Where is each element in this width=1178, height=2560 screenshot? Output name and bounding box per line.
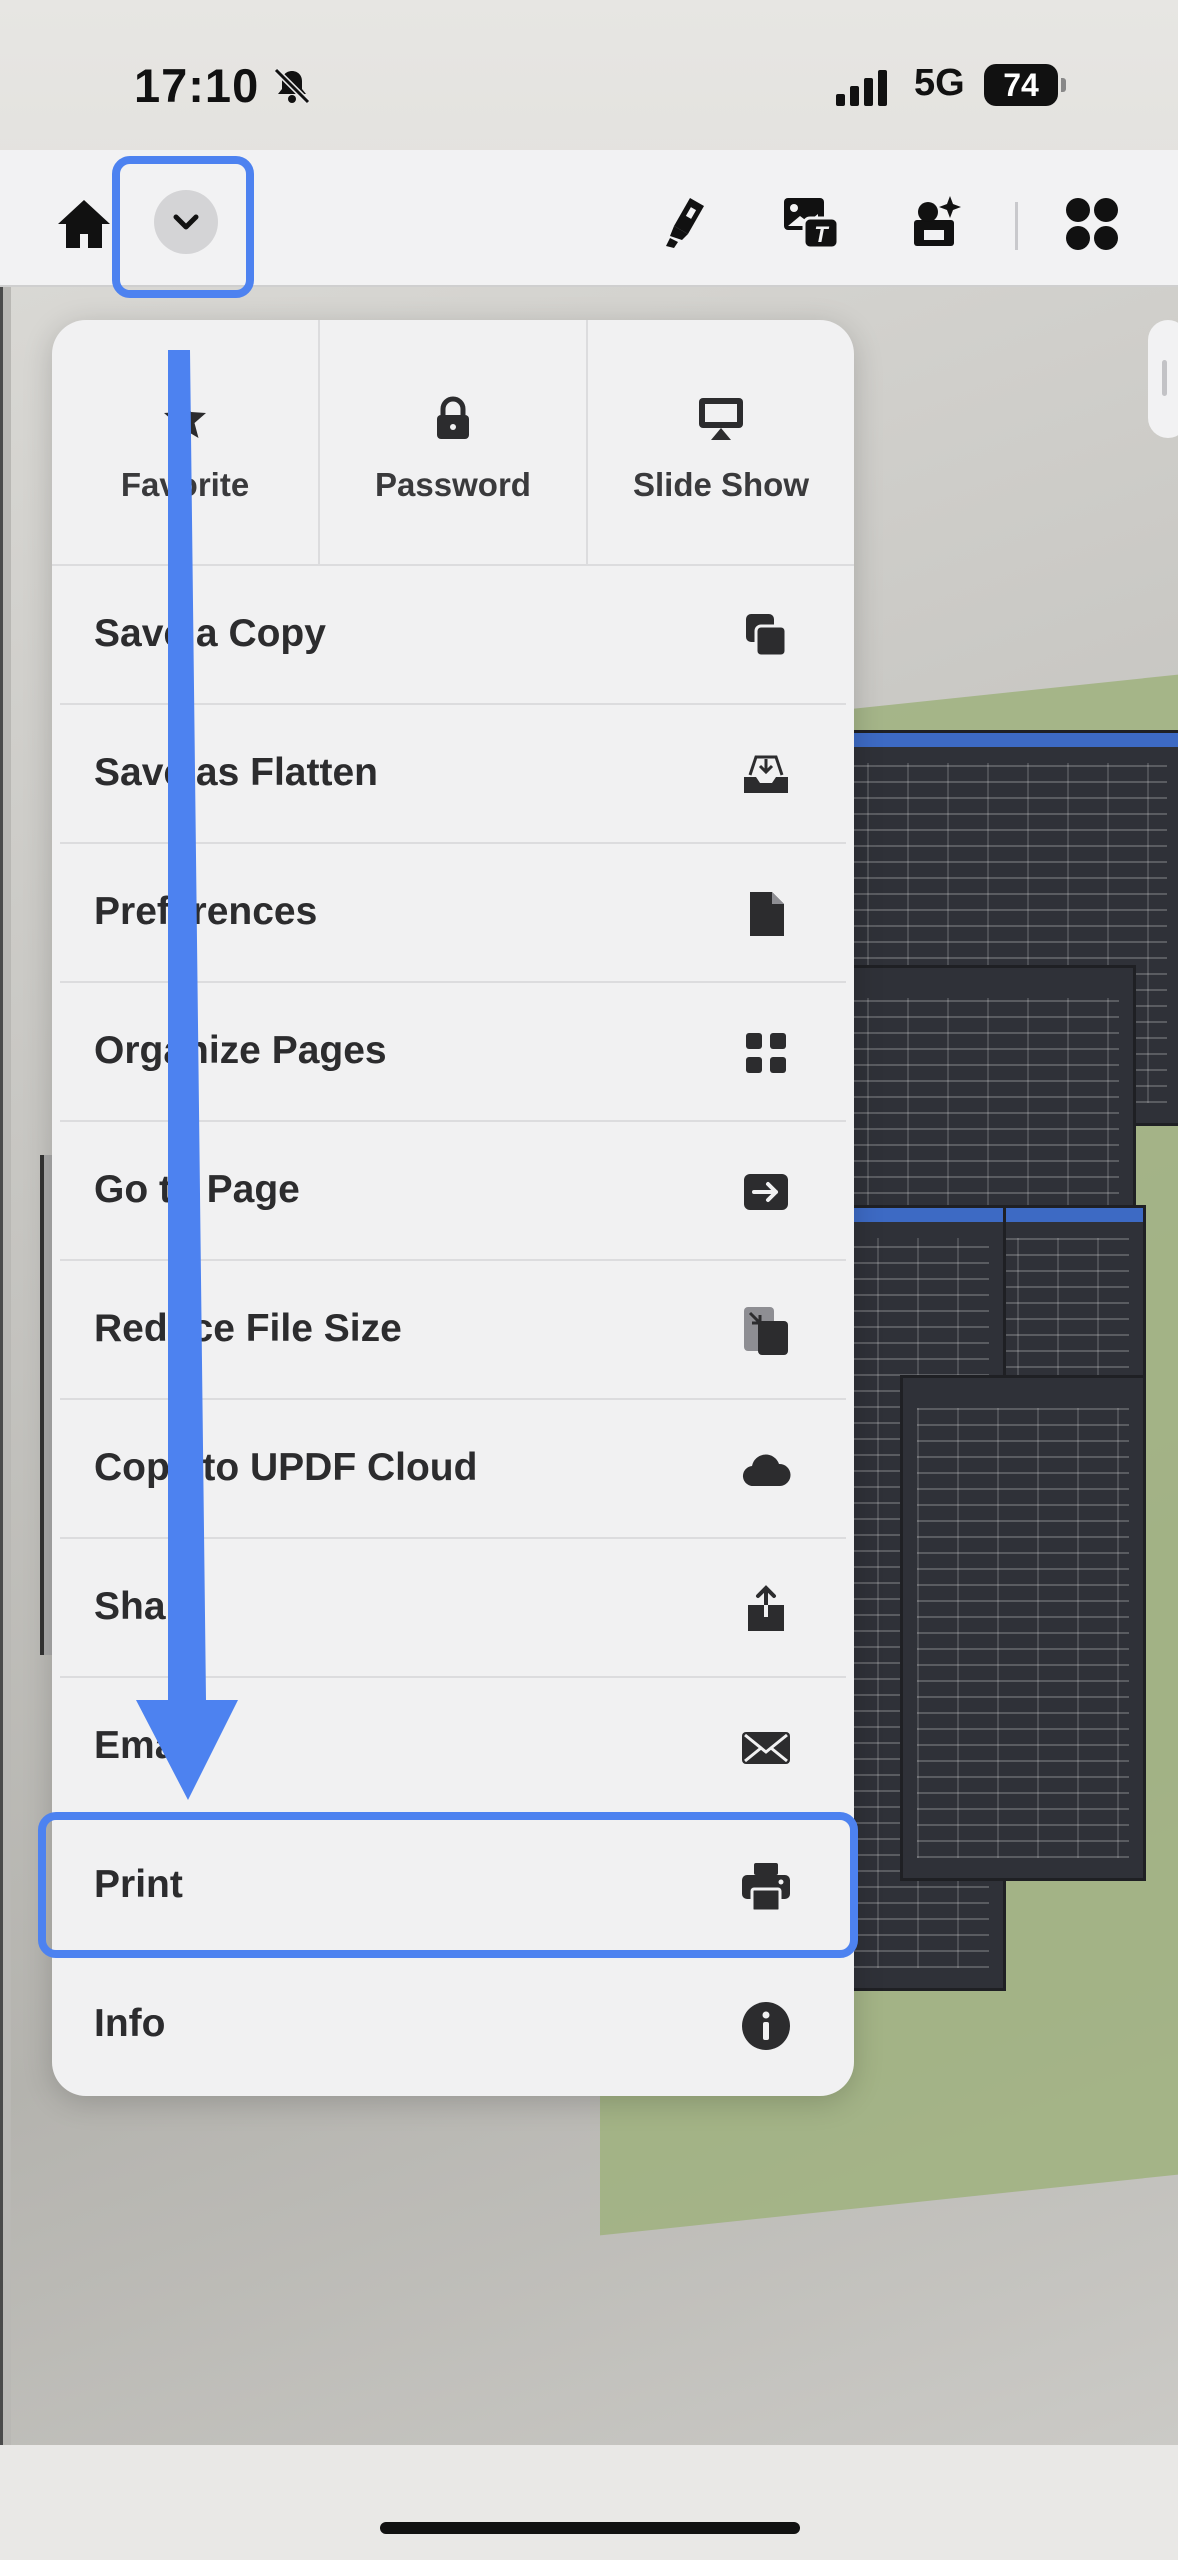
share-icon	[748, 1585, 784, 1631]
password-label: Password	[375, 466, 531, 503]
copy-icon	[746, 614, 788, 658]
menu-item-label: Copy to UPDF Cloud	[94, 1446, 478, 1489]
menu-item-preferences[interactable]: Preferences	[52, 844, 854, 983]
menu-item-save-as-flatten[interactable]: Save as Flatten	[52, 705, 854, 844]
side-panel-handle[interactable]	[1148, 320, 1178, 438]
menu-item-share[interactable]: Share	[52, 1539, 854, 1678]
battery-indicator: 74	[984, 64, 1066, 106]
page-edge	[0, 285, 11, 2445]
home-icon[interactable]	[54, 194, 114, 254]
presentation-icon	[699, 398, 743, 440]
menu-item-organize-pages[interactable]: Organize Pages	[52, 983, 854, 1122]
slide-show-button[interactable]: Slide Show	[588, 320, 854, 564]
edit-text-image-icon[interactable]: T	[780, 192, 840, 252]
bell-muted-icon	[273, 67, 311, 105]
bottom-bar	[0, 2445, 1178, 2560]
status-time: 17:10	[134, 59, 260, 112]
menu-item-info[interactable]: Info	[52, 1956, 854, 2095]
apps-grid-icon[interactable]	[1062, 194, 1122, 254]
signal-icon	[836, 70, 887, 106]
toolbar-divider	[1015, 202, 1018, 250]
menu-item-label: Preferences	[94, 890, 318, 933]
chevron-highlight-box	[112, 156, 254, 298]
menu-item-label: Organize Pages	[94, 1029, 387, 1072]
home-indicator[interactable]	[380, 2522, 800, 2534]
cloud-icon	[742, 1454, 791, 1487]
menu-item-save-a-copy[interactable]: Save a Copy	[52, 566, 854, 705]
photo-screen-5	[900, 1375, 1146, 1881]
lock-icon	[437, 396, 469, 439]
arrow-right-box-icon	[744, 1174, 788, 1210]
status-bar: 17:10 5G 74	[0, 0, 1178, 150]
info-icon	[742, 2002, 790, 2050]
menu-item-email[interactable]: Email	[52, 1678, 854, 1817]
password-button[interactable]: Password	[320, 320, 586, 564]
envelope-icon	[742, 1732, 790, 1764]
menu-item-reduce-file-size[interactable]: Reduce File Size	[52, 1261, 854, 1400]
menu-item-label: Info	[94, 2002, 166, 2045]
favorite-button[interactable]: Favorite	[52, 320, 318, 564]
svg-text:T: T	[814, 222, 829, 247]
document-icon	[750, 892, 784, 936]
menu-item-label: Save as Flatten	[94, 751, 378, 794]
menu-item-label: Reduce File Size	[94, 1307, 402, 1350]
print-highlight-box	[38, 1812, 858, 1958]
slide-show-label: Slide Show	[632, 466, 810, 503]
menu-item-copy-to-updf-cloud[interactable]: Copy to UPDF Cloud	[52, 1400, 854, 1539]
menu-item-label: Email	[94, 1724, 199, 1767]
menu-quick-actions: Favorite Password Slide Show	[52, 320, 854, 566]
menu-item-label: Share	[94, 1585, 203, 1628]
star-icon	[164, 398, 206, 438]
tray-download-icon	[744, 755, 788, 793]
compress-file-icon	[744, 1307, 788, 1355]
network-type: 5G	[914, 62, 965, 104]
menu-item-label: Go to Page	[94, 1168, 300, 1211]
grid-icon	[746, 1033, 786, 1073]
menu-item-go-to-page[interactable]: Go to Page	[52, 1122, 854, 1261]
favorite-label: Favorite	[120, 466, 250, 503]
menu-item-label: Save a Copy	[94, 612, 326, 655]
highlighter-icon[interactable]	[660, 192, 720, 252]
ai-sparkle-icon[interactable]	[908, 192, 968, 252]
